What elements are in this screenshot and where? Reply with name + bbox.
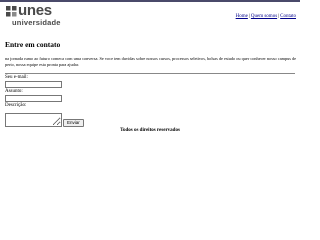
section-divider [5, 73, 295, 74]
top-nav: Home|Quem somos|Contato [236, 14, 296, 19]
description-textarea[interactable] [5, 113, 62, 127]
submit-button[interactable]: Enviar [63, 119, 84, 127]
nav-link-home[interactable]: Home [236, 14, 248, 19]
description-row: Enviar [5, 109, 205, 127]
nav-link-quem-somos[interactable]: Quem somos [251, 14, 277, 19]
logo-mark-icon [6, 6, 17, 17]
footer-text: Todos os direitos reservados [120, 128, 180, 133]
logo-subtitle: universidade [12, 18, 61, 27]
nav-separator: | [248, 14, 250, 19]
subject-field[interactable] [5, 95, 62, 102]
email-field[interactable] [5, 81, 62, 88]
nav-separator: | [278, 14, 280, 19]
logo-wordmark: unes [18, 2, 52, 19]
unes-logo[interactable]: unes universidade [6, 2, 68, 29]
intro-paragraph: na jornada rumo ao futuro comeca com uma… [5, 56, 297, 67]
page-title: Entre em contato [5, 40, 61, 49]
nav-link-contato[interactable]: Contato [280, 14, 296, 19]
contact-form: Seu e-mail: Assunto: Descrição: Enviar [5, 75, 205, 127]
